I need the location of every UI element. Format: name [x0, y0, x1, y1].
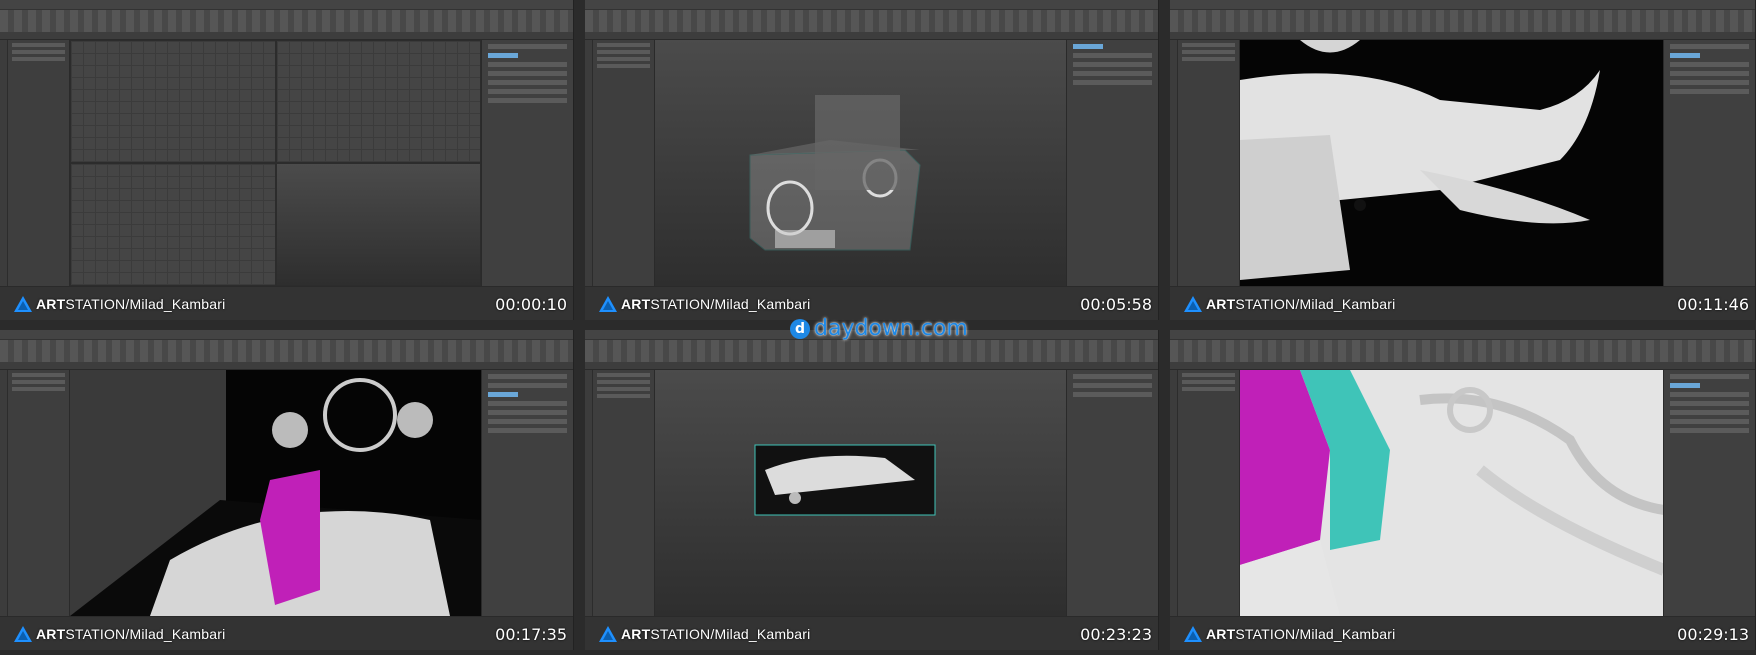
preview-frame-5[interactable]: ARTSTATION/Milad_Kambari 00:23:23: [585, 330, 1159, 650]
timestamp: 00:00:10: [495, 295, 567, 314]
scene-explorer: [1178, 370, 1240, 616]
model-render: [70, 378, 481, 616]
model-render: [1240, 370, 1663, 616]
scene-explorer: [8, 40, 70, 286]
left-toolstrip: [0, 40, 8, 286]
artstation-watermark: ARTSTATION/Milad_Kambari: [1184, 624, 1395, 644]
scene-explorer: [593, 40, 655, 286]
timestamp: 00:29:13: [1677, 625, 1749, 644]
toolbar-secondary: [1170, 32, 1755, 40]
artstation-watermark: ARTSTATION/Milad_Kambari: [14, 624, 225, 644]
viewport-perspective: [275, 163, 481, 286]
toolbar-ribbon: [1170, 10, 1755, 32]
artstation-icon: [599, 626, 617, 642]
preview-frame-6[interactable]: ARTSTATION/Milad_Kambari 00:29:13: [1170, 330, 1756, 650]
site-watermark-text: daydown.com: [814, 316, 968, 341]
viewport-area: [70, 40, 481, 286]
model-render: [749, 95, 921, 251]
command-panel: [481, 40, 573, 286]
toolbar-ribbon: [585, 340, 1158, 362]
dialog-window: [815, 95, 900, 190]
scene-explorer: [593, 370, 655, 616]
timestamp: 00:05:58: [1080, 295, 1152, 314]
model-render: [754, 444, 936, 516]
command-panel: [1066, 370, 1158, 616]
viewport-area: [1240, 40, 1663, 286]
toolbar-ribbon: [0, 340, 573, 362]
viewport-top: [70, 40, 276, 163]
left-toolstrip: [1170, 40, 1178, 286]
artstation-icon: [14, 296, 32, 312]
menu-bar: [1170, 330, 1755, 340]
preview-frame-4[interactable]: ARTSTATION/Milad_Kambari 00:17:35: [0, 330, 574, 650]
preview-frame-1[interactable]: ARTSTATION/Milad_Kambari 00:00:10: [0, 0, 574, 320]
toolbar-secondary: [1170, 362, 1755, 370]
viewport-area: [70, 370, 481, 616]
viewport-area: [1240, 370, 1663, 616]
artstation-watermark: ARTSTATION/Milad_Kambari: [599, 294, 810, 314]
left-toolstrip: [1170, 370, 1178, 616]
viewport-area: [655, 370, 1066, 616]
d-icon: d: [790, 318, 810, 339]
artstation-watermark: ARTSTATION/Milad_Kambari: [14, 294, 225, 314]
viewport-area: [655, 40, 1066, 286]
timestamp: 00:17:35: [495, 625, 567, 644]
artstation-icon: [599, 296, 617, 312]
menu-bar: [1170, 0, 1755, 10]
toolbar-secondary: [585, 32, 1158, 40]
menu-bar: [0, 0, 573, 10]
menu-bar: [0, 330, 573, 340]
menu-bar: [585, 0, 1158, 10]
preview-frame-2[interactable]: ARTSTATION/Milad_Kambari 00:05:58: [585, 0, 1159, 320]
artstation-watermark: ARTSTATION/Milad_Kambari: [1184, 294, 1395, 314]
toolbar-secondary: [585, 362, 1158, 370]
timestamp: 00:11:46: [1677, 295, 1749, 314]
left-toolstrip: [585, 40, 593, 286]
left-toolstrip: [0, 370, 8, 616]
model-render: [1240, 40, 1600, 280]
artstation-icon: [1184, 626, 1202, 642]
command-panel: [1066, 40, 1158, 286]
timestamp: 00:23:23: [1080, 625, 1152, 644]
command-panel: [481, 370, 573, 616]
toolbar-secondary: [0, 32, 573, 40]
left-toolstrip: [585, 370, 593, 616]
viewport-left: [70, 163, 276, 286]
toolbar-secondary: [0, 362, 573, 370]
site-watermark: d daydown.com: [790, 316, 968, 341]
preview-frame-3[interactable]: ARTSTATION/Milad_Kambari 00:11:46: [1170, 0, 1756, 320]
artstation-watermark: ARTSTATION/Milad_Kambari: [599, 624, 810, 644]
toolbar-ribbon: [0, 10, 573, 32]
artstation-icon: [14, 626, 32, 642]
command-panel: [1663, 40, 1755, 286]
scene-explorer: [1178, 40, 1240, 286]
viewport-front: [275, 40, 481, 163]
toolbar-ribbon: [585, 10, 1158, 32]
artstation-icon: [1184, 296, 1202, 312]
toolbar-ribbon: [1170, 340, 1755, 362]
command-panel: [1663, 370, 1755, 616]
scene-explorer: [8, 370, 70, 616]
